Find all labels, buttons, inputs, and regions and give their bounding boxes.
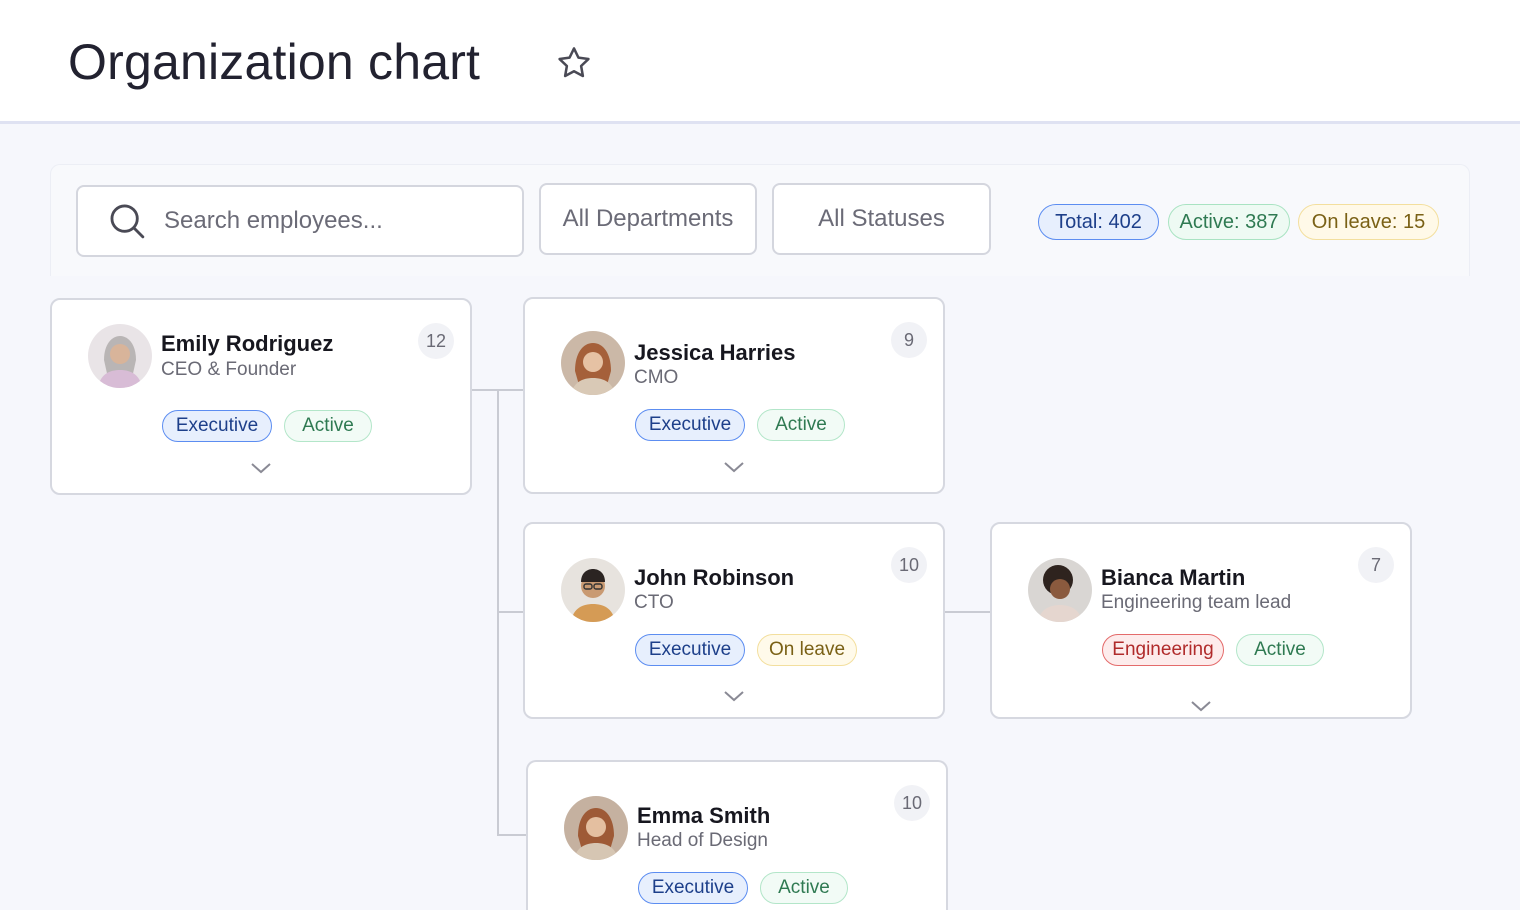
chevron-down-icon[interactable] [722, 459, 746, 475]
employee-role: CTO [634, 592, 674, 613]
department-tag: Executive [635, 409, 745, 441]
employee-card[interactable]: Jessica Harries CMO 9 Executive Active [523, 297, 945, 494]
report-count-badge: 9 [891, 322, 927, 358]
chevron-down-icon[interactable] [249, 460, 273, 476]
department-tag: Executive [635, 634, 745, 666]
status-tag: On leave [757, 634, 857, 666]
active-count-badge: Active: 387 [1168, 204, 1290, 240]
employee-name: Emily Rodriguez [161, 331, 334, 356]
avatar [561, 331, 625, 395]
chevron-down-icon[interactable] [1189, 698, 1213, 714]
avatar [561, 558, 625, 622]
report-count-badge: 7 [1358, 547, 1394, 583]
status-tag: Active [757, 409, 845, 441]
status-tag: Active [284, 410, 372, 442]
employee-role: Engineering team lead [1101, 592, 1292, 613]
employee-name: Emma Smith [637, 803, 771, 828]
employee-name: Jessica Harries [634, 340, 796, 365]
status-filter[interactable]: All Statuses [772, 183, 991, 255]
department-filter[interactable]: All Departments [539, 183, 757, 255]
page-header: Organization chart [0, 0, 1520, 124]
department-tag: Engineering [1102, 634, 1224, 666]
avatar [564, 796, 628, 860]
search-icon [110, 204, 145, 239]
report-count-badge: 10 [891, 547, 927, 583]
connector-line [497, 611, 524, 613]
avatar [1028, 558, 1092, 622]
employee-card[interactable]: John Robinson CTO 10 Executive On leave [523, 522, 945, 719]
chevron-down-icon[interactable] [722, 688, 746, 704]
search-input[interactable] [164, 207, 494, 235]
report-count-badge: 10 [894, 785, 930, 821]
employee-card[interactable]: Bianca Martin Engineering team lead 7 En… [990, 522, 1412, 719]
star-icon[interactable] [555, 44, 593, 82]
employee-role: CMO [634, 367, 679, 388]
search-box[interactable] [76, 185, 524, 257]
total-count-badge: Total: 402 [1038, 204, 1159, 240]
employee-card[interactable]: Emma Smith Head of Design 10 Executive A… [526, 760, 948, 910]
employee-role: Head of Design [637, 830, 768, 851]
employee-name: John Robinson [634, 565, 795, 590]
report-count-badge: 12 [418, 323, 454, 359]
status-tag: Active [760, 872, 848, 904]
status-tag: Active [1236, 634, 1324, 666]
employee-name: Bianca Martin [1101, 565, 1246, 590]
employee-role: CEO & Founder [161, 359, 297, 380]
avatar [88, 324, 152, 388]
department-tag: Executive [162, 410, 272, 442]
employee-card[interactable]: Emily Rodriguez CEO & Founder 12 Executi… [50, 298, 472, 495]
department-tag: Executive [638, 872, 748, 904]
connector-line [944, 611, 991, 613]
connector-line [497, 834, 527, 836]
on-leave-count-badge: On leave: 15 [1298, 204, 1439, 240]
page-title: Organization chart [68, 34, 481, 90]
